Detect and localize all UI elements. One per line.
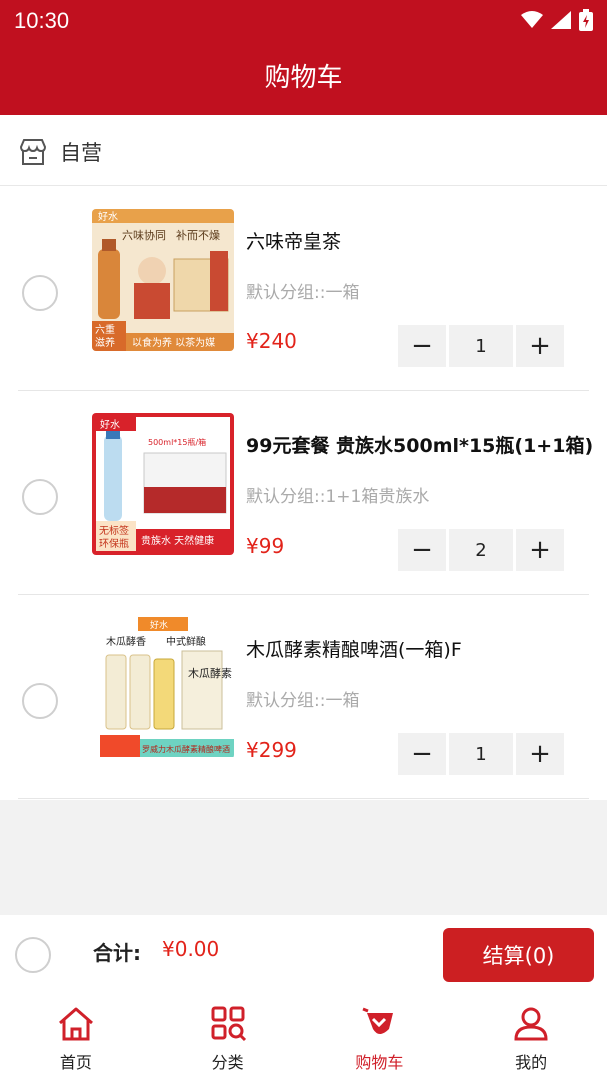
quantity-stepper: − 1 + xyxy=(398,733,564,775)
svg-text:以食为养 以茶为媒: 以食为养 以茶为媒 xyxy=(132,336,215,349)
svg-text:无标签: 无标签 xyxy=(99,524,129,537)
store-icon xyxy=(19,138,47,165)
checkout-bar: 合计: ¥0.00 结算(0) xyxy=(0,915,607,995)
total-label: 合计: xyxy=(93,941,141,965)
item-select-radio[interactable] xyxy=(22,275,58,311)
tab-profile[interactable]: 我的 xyxy=(455,995,607,1080)
increase-button[interactable]: + xyxy=(516,733,564,775)
status-bar: 10:30 xyxy=(0,0,607,45)
signal-icon xyxy=(551,11,571,29)
quantity-value[interactable]: 1 xyxy=(449,733,513,775)
svg-text:滋养: 滋养 xyxy=(95,336,115,349)
svg-text:中式鲜酿: 中式鲜酿 xyxy=(166,635,206,648)
tab-label: 首页 xyxy=(59,1053,92,1072)
product-group: 默认分组::一箱 xyxy=(246,283,360,303)
cart-item: 好水 木瓜酵香 中式鲜酿 木瓜酵素 罗威力木瓜酵素精酿啤酒 木瓜酵素精酿啤酒(一… xyxy=(0,595,607,799)
quantity-value[interactable]: 1 xyxy=(449,325,513,367)
svg-text:好水: 好水 xyxy=(100,419,120,431)
svg-text:木瓜酵香: 木瓜酵香 xyxy=(106,636,146,648)
quantity-stepper: − 2 + xyxy=(398,529,564,571)
store-name: 自营 xyxy=(60,140,102,165)
product-image[interactable]: 好水 木瓜酵香 中式鲜酿 木瓜酵素 罗威力木瓜酵素精酿啤酒 xyxy=(92,617,234,759)
profile-icon xyxy=(514,1007,548,1041)
thumb-brand: 好水 xyxy=(98,211,118,223)
product-name[interactable]: 六味帝皇茶 xyxy=(246,227,341,254)
svg-text:好水: 好水 xyxy=(150,619,168,631)
svg-text:罗威力木瓜酵素精酿啤酒: 罗威力木瓜酵素精酿啤酒 xyxy=(142,744,230,754)
status-time: 10:30 xyxy=(14,8,70,33)
cart-icon xyxy=(362,1007,394,1034)
product-group: 默认分组::1+1箱贵族水 xyxy=(246,487,430,507)
product-group: 默认分组::一箱 xyxy=(246,691,360,711)
tab-cart[interactable]: 购物车 xyxy=(304,995,456,1080)
total-value: ¥0.00 xyxy=(162,937,220,961)
tab-label: 购物车 xyxy=(355,1053,404,1072)
cart-item: 好水 六味协同 补而不燥 六重 滋养 以食为养 以茶为媒 六味帝皇茶 默认分组:… xyxy=(0,187,607,391)
svg-text:补而不燥: 补而不燥 xyxy=(176,229,220,242)
home-icon xyxy=(58,1007,93,1041)
tab-category[interactable]: 分类 xyxy=(152,995,304,1080)
category-icon xyxy=(211,1006,246,1042)
svg-text:六重: 六重 xyxy=(95,323,115,336)
tab-label: 我的 xyxy=(515,1053,548,1072)
product-image[interactable]: 好水 六味协同 补而不燥 六重 滋养 以食为养 以茶为媒 xyxy=(92,209,234,351)
item-select-radio[interactable] xyxy=(22,683,58,719)
increase-button[interactable]: + xyxy=(516,529,564,571)
decrease-button[interactable]: − xyxy=(398,529,446,571)
empty-area xyxy=(0,800,607,915)
svg-text:木瓜酵素: 木瓜酵素 xyxy=(188,667,232,680)
item-select-radio[interactable] xyxy=(22,479,58,515)
select-all-radio[interactable] xyxy=(15,937,51,973)
svg-text:环保瓶: 环保瓶 xyxy=(99,537,129,550)
quantity-stepper: − 1 + xyxy=(398,325,564,367)
product-name[interactable]: 99元套餐 贵族水500ml*15瓶(1+1箱) xyxy=(246,431,593,458)
store-header[interactable]: 自营 xyxy=(0,118,607,186)
cart-item: 好水 500ml*15瓶/箱 无标签 环保瓶 贵族水 天然健康 99元套餐 贵族… xyxy=(0,391,607,595)
battery-icon xyxy=(579,9,593,31)
quantity-value[interactable]: 2 xyxy=(449,529,513,571)
product-image[interactable]: 好水 500ml*15瓶/箱 无标签 环保瓶 贵族水 天然健康 xyxy=(92,413,234,555)
bottom-tab-bar: 首页 分类 购物车 我的 xyxy=(0,995,607,1080)
product-price: ¥299 xyxy=(246,738,297,762)
system-icons xyxy=(521,9,593,31)
product-price: ¥99 xyxy=(246,534,285,558)
decrease-button[interactable]: − xyxy=(398,325,446,367)
product-name[interactable]: 木瓜酵素精酿啤酒(一箱)F xyxy=(246,635,462,662)
page-title: 购物车 xyxy=(0,45,607,115)
wifi-icon xyxy=(521,11,543,28)
checkout-button[interactable]: 结算(0) xyxy=(443,928,594,982)
product-price: ¥240 xyxy=(246,329,297,353)
increase-button[interactable]: + xyxy=(516,325,564,367)
decrease-button[interactable]: − xyxy=(398,733,446,775)
svg-text:500ml*15瓶/箱: 500ml*15瓶/箱 xyxy=(148,437,206,447)
svg-text:六味协同: 六味协同 xyxy=(122,228,166,242)
svg-text:贵族水 天然健康: 贵族水 天然健康 xyxy=(141,534,214,547)
tab-home[interactable]: 首页 xyxy=(0,995,152,1080)
divider xyxy=(18,798,589,799)
tab-label: 分类 xyxy=(211,1053,244,1072)
